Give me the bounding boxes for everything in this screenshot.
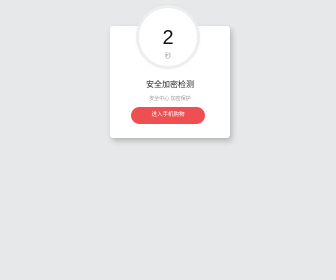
dialog-title: 安全加密检测 (146, 80, 194, 89)
dialog-subtitle: 安全中心 加密保护 (149, 96, 191, 102)
countdown-timer: 2 秒 (139, 8, 197, 66)
countdown-number: 2 (162, 27, 174, 49)
enter-mobile-shop-button[interactable]: 进入手机购物 (131, 107, 205, 124)
countdown-unit: 秒 (164, 52, 172, 60)
